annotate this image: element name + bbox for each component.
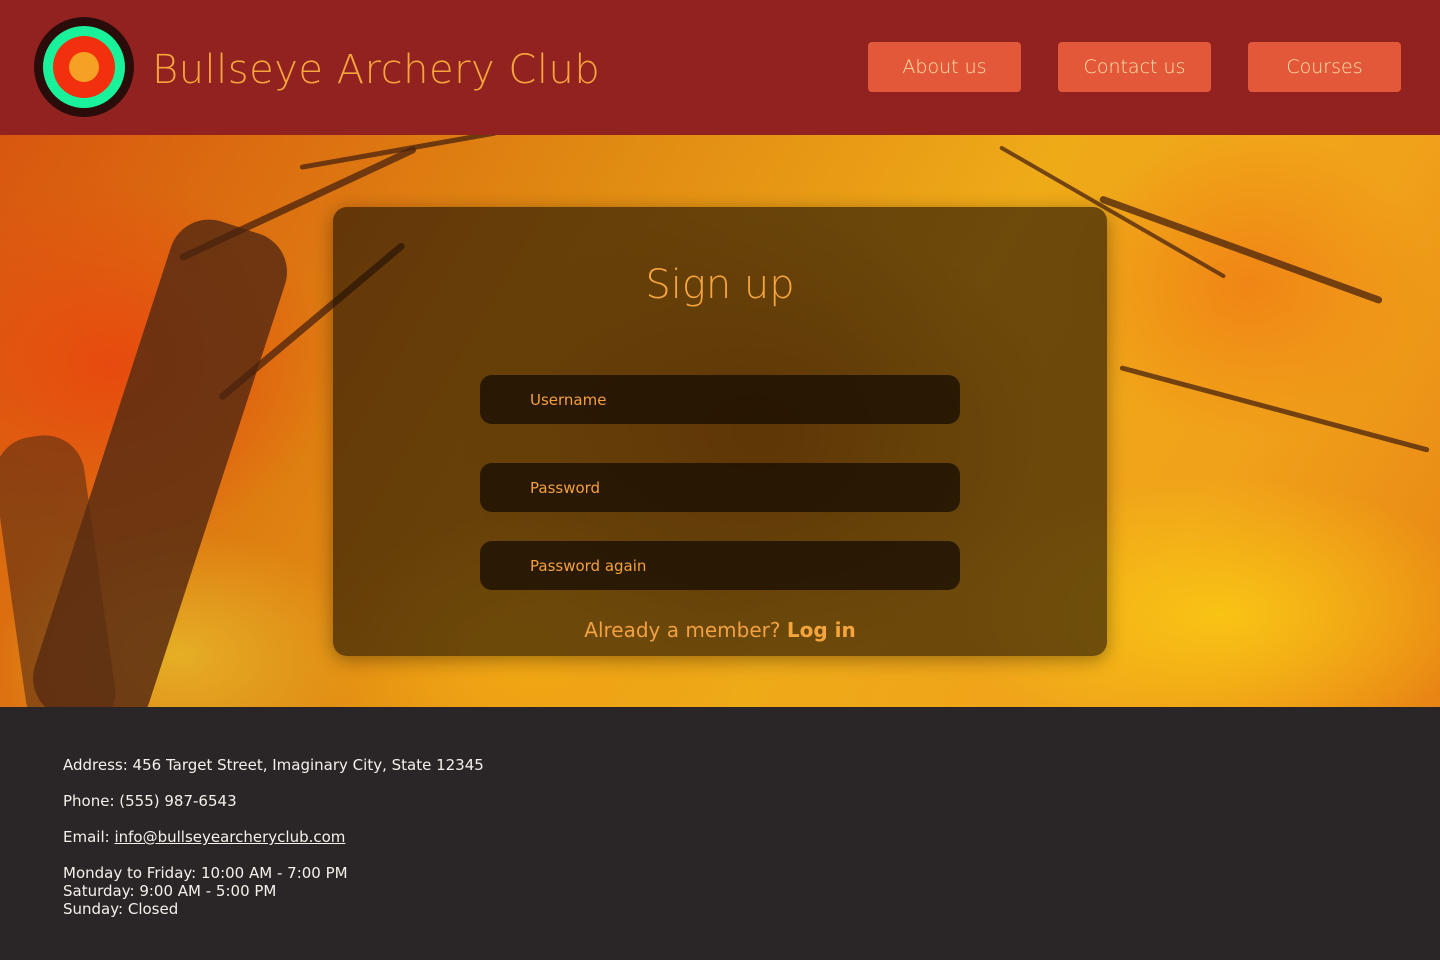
tree-branch xyxy=(1098,195,1384,305)
password-input[interactable] xyxy=(480,463,960,512)
username-input[interactable] xyxy=(480,375,960,424)
footer-email-line: Email: info@bullseyearcheryclub.com xyxy=(63,828,345,846)
footer-email-link[interactable]: info@bullseyearcheryclub.com xyxy=(114,828,345,846)
contact-us-button[interactable]: Contact us xyxy=(1058,42,1211,92)
site-footer: Address: 456 Target Street, Imaginary Ci… xyxy=(0,707,1440,960)
signup-title: Sign up xyxy=(645,262,795,308)
about-us-button[interactable]: About us xyxy=(868,42,1021,92)
password-again-input[interactable] xyxy=(480,541,960,590)
already-member-text: Already a member? xyxy=(584,618,781,642)
footer-hours-saturday: Saturday: 9:00 AM - 5:00 PM xyxy=(63,882,277,900)
footer-hours-sunday: Sunday: Closed xyxy=(63,900,179,918)
footer-hours-weekday: Monday to Friday: 10:00 AM - 7:00 PM xyxy=(63,864,348,882)
signup-card: Sign up Already a member? Log in xyxy=(333,207,1107,656)
footer-email-label: Email: xyxy=(63,828,110,846)
footer-phone: Phone: (555) 987-6543 xyxy=(63,792,237,810)
footer-address: Address: 456 Target Street, Imaginary Ci… xyxy=(63,756,484,774)
courses-button[interactable]: Courses xyxy=(1248,42,1401,92)
login-prompt: Already a member? Log in xyxy=(333,617,1107,643)
tree-branch xyxy=(1119,365,1430,453)
site-title: Bullseye Archery Club xyxy=(152,47,601,93)
site-header: Bullseye Archery Club About us Contact u… xyxy=(0,0,1440,135)
tree-branch xyxy=(299,135,498,170)
login-link[interactable]: Log in xyxy=(787,618,856,642)
bullseye-logo-icon[interactable] xyxy=(34,17,134,117)
